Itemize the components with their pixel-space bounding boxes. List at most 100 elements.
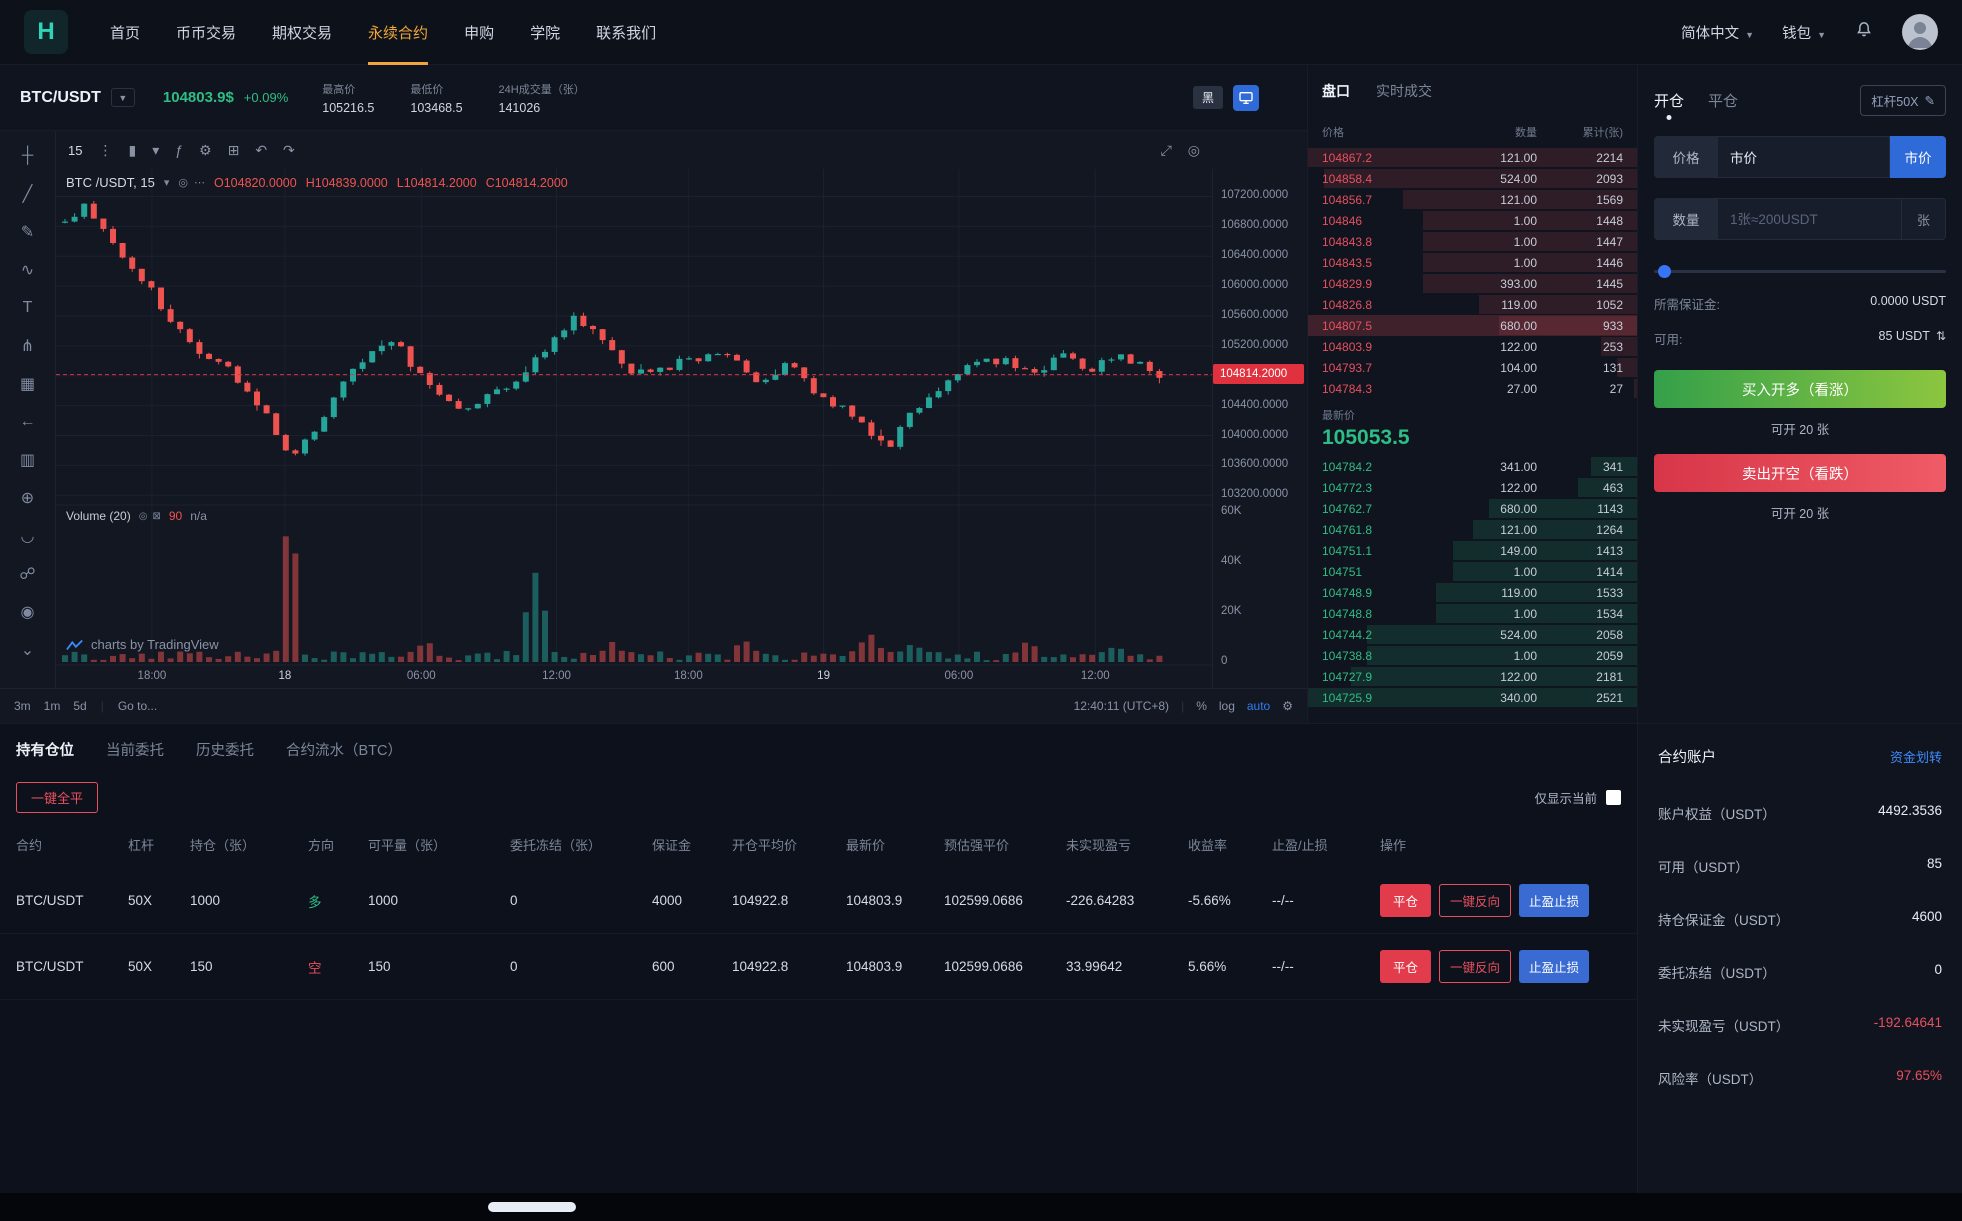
legend-more-icon[interactable]: ⋯ xyxy=(194,176,205,189)
reverse-position-button[interactable]: 一键反向 xyxy=(1439,884,1512,917)
language-selector[interactable]: 简体中文 ▼ xyxy=(1681,22,1754,43)
notification-bell-icon[interactable] xyxy=(1854,20,1874,44)
vol-eye-icon[interactable]: ◎ xyxy=(139,511,148,522)
compare-icon[interactable]: ⊞ xyxy=(228,142,240,159)
nav-item-2[interactable]: 期权交易 xyxy=(272,0,332,65)
orderbook-row[interactable]: 104762.7 680.00 1143 xyxy=(1308,498,1637,519)
close-all-button[interactable]: 一键全平 xyxy=(16,781,99,813)
undo-icon[interactable]: ↶ xyxy=(255,142,267,159)
nav-item-6[interactable]: 联系我们 xyxy=(596,0,656,65)
lock-icon[interactable]: ☍ xyxy=(13,559,43,589)
positions-tab-3[interactable]: 合约流水（BTC） xyxy=(286,739,402,760)
leverage-button[interactable]: 杠杆50X ✎ xyxy=(1860,85,1946,116)
crosshair-icon[interactable]: ┼ xyxy=(13,141,43,171)
amount-input[interactable] xyxy=(1730,211,1889,227)
orderbook-row[interactable]: 104744.2 524.00 2058 xyxy=(1308,624,1637,645)
nav-item-3[interactable]: 永续合约 xyxy=(368,0,429,65)
tpsl-button[interactable]: 止盈止损 xyxy=(1519,884,1590,917)
sell-short-button[interactable]: 卖出开空（看跌） xyxy=(1654,454,1946,492)
candle-style-icon[interactable]: ▮ xyxy=(128,142,136,159)
tradingview-attribution[interactable]: charts by TradingView xyxy=(66,637,219,652)
display-mode-icon[interactable] xyxy=(1233,84,1259,111)
positions-tab-1[interactable]: 当前委托 xyxy=(106,739,164,760)
amount-slider[interactable] xyxy=(1654,264,1946,278)
vol-close-icon[interactable]: ⊠ xyxy=(152,511,160,522)
orderbook-row[interactable]: 104738.8 1.00 2059 xyxy=(1308,645,1637,666)
log-scale-button[interactable]: log xyxy=(1219,699,1235,713)
back-arrow-icon[interactable]: ← xyxy=(13,407,43,437)
orderbook-row[interactable]: 104826.8 119.00 1052 xyxy=(1308,294,1637,315)
range-button-5d[interactable]: 5d xyxy=(73,699,86,713)
only-current-checkbox[interactable] xyxy=(1606,789,1621,805)
tpsl-button[interactable]: 止盈止损 xyxy=(1519,950,1590,983)
nav-item-1[interactable]: 币币交易 xyxy=(176,0,236,65)
positions-tab-2[interactable]: 历史委托 xyxy=(196,739,254,760)
pitchfork-icon[interactable]: ⋔ xyxy=(13,331,43,361)
fund-transfer-link[interactable]: 资金划转 xyxy=(1890,747,1942,766)
positions-tab-0[interactable]: 持有仓位 xyxy=(16,739,74,760)
chevron-down-icon[interactable]: ▾ xyxy=(164,176,170,189)
settings-gear-icon[interactable]: ⚙ xyxy=(199,142,212,159)
slider-thumb[interactable] xyxy=(1658,265,1671,278)
trendline-icon[interactable]: ╱ xyxy=(13,179,43,209)
redo-icon[interactable]: ↷ xyxy=(283,142,295,159)
indicators-icon[interactable]: ƒ xyxy=(175,142,183,159)
camera-icon[interactable]: ◎ xyxy=(1188,142,1200,159)
interval-selector[interactable]: 15 xyxy=(68,143,82,158)
legend-eye-icon[interactable]: ◎ xyxy=(178,176,188,189)
percent-scale-button[interactable]: % xyxy=(1196,699,1207,713)
goto-button[interactable]: Go to... xyxy=(118,699,157,713)
chevron-down-icon[interactable]: ⌄ xyxy=(13,635,43,665)
dropdown-caret-icon[interactable]: ▾ xyxy=(152,142,159,159)
magnet-icon[interactable]: ◡ xyxy=(13,521,43,551)
fullscreen-icon[interactable]: ⤢ xyxy=(1161,142,1172,159)
wave-icon[interactable]: ∿ xyxy=(13,255,43,285)
orderbook-row[interactable]: 104858.4 524.00 2093 xyxy=(1308,168,1637,189)
range-button-1m[interactable]: 1m xyxy=(44,699,61,713)
orderbook-row[interactable]: 104784.2 341.00 341 xyxy=(1308,456,1637,477)
auto-scale-button[interactable]: auto xyxy=(1247,699,1270,713)
orderbook-row[interactable]: 104829.9 393.00 1445 xyxy=(1308,273,1637,294)
user-avatar[interactable] xyxy=(1902,14,1938,50)
theme-toggle-button[interactable]: 黑 xyxy=(1192,86,1223,109)
orderbook-tab-0[interactable]: 盘口 xyxy=(1322,81,1350,101)
close-position-button[interactable]: 平仓 xyxy=(1380,950,1432,983)
wallet-menu[interactable]: 钱包 ▼ xyxy=(1782,22,1826,43)
menu-kebab-icon[interactable]: ⋮ xyxy=(98,142,112,159)
nav-item-5[interactable]: 学院 xyxy=(530,0,560,65)
orderbook-row[interactable]: 104793.7 104.00 131 xyxy=(1308,357,1637,378)
settings-gear-icon[interactable]: ⚙ xyxy=(1282,699,1293,713)
orderbook-row[interactable]: 104846 1.00 1448 xyxy=(1308,210,1637,231)
orderbook-row[interactable]: 104748.8 1.00 1534 xyxy=(1308,603,1637,624)
brush-icon[interactable]: ✎ xyxy=(13,217,43,247)
eye-icon[interactable]: ◉ xyxy=(13,597,43,627)
pair-selector-caret[interactable]: ▼ xyxy=(110,88,135,107)
reverse-position-button[interactable]: 一键反向 xyxy=(1439,950,1512,983)
orderbook-row[interactable]: 104727.9 122.00 2181 xyxy=(1308,666,1637,687)
pattern-icon[interactable]: ▦ xyxy=(13,369,43,399)
orderbook-row[interactable]: 104751 1.00 1414 xyxy=(1308,561,1637,582)
price-input[interactable] xyxy=(1730,149,1877,165)
orderbook-row[interactable]: 104856.7 121.00 1569 xyxy=(1308,189,1637,210)
orderbook-tab-1[interactable]: 实时成交 xyxy=(1376,81,1432,101)
orderbook-row[interactable]: 104803.9 122.00 253 xyxy=(1308,336,1637,357)
app-logo[interactable]: H xyxy=(24,10,68,54)
nav-item-4[interactable]: 申购 xyxy=(464,0,494,65)
orderbook-row[interactable]: 104751.1 149.00 1413 xyxy=(1308,540,1637,561)
zoom-icon[interactable]: ⊕ xyxy=(13,483,43,513)
orderbook-row[interactable]: 104843.8 1.00 1447 xyxy=(1308,231,1637,252)
range-button-3m[interactable]: 3m xyxy=(14,699,31,713)
panel-icon[interactable]: ▥ xyxy=(13,445,43,475)
orderbook-row[interactable]: 104725.9 340.00 2521 xyxy=(1308,687,1637,708)
orderbook-row[interactable]: 104772.3 122.00 463 xyxy=(1308,477,1637,498)
text-tool-icon[interactable]: T xyxy=(13,293,43,323)
price-axis[interactable]: 104814.2000 107200.0000 106800.0000 106400… xyxy=(1212,169,1307,688)
orderbook-row[interactable]: 104843.5 1.00 1446 xyxy=(1308,252,1637,273)
nav-item-0[interactable]: 首页 xyxy=(110,0,140,65)
close-position-button[interactable]: 平仓 xyxy=(1380,884,1432,917)
orderbook-row[interactable]: 104761.8 121.00 1264 xyxy=(1308,519,1637,540)
orderbook-row[interactable]: 104748.9 119.00 1533 xyxy=(1308,582,1637,603)
transfer-icon[interactable]: ⇅ xyxy=(1936,329,1946,343)
buy-long-button[interactable]: 买入开多（看涨） xyxy=(1654,370,1946,408)
orderbook-row[interactable]: 104867.2 121.00 2214 xyxy=(1308,147,1637,168)
